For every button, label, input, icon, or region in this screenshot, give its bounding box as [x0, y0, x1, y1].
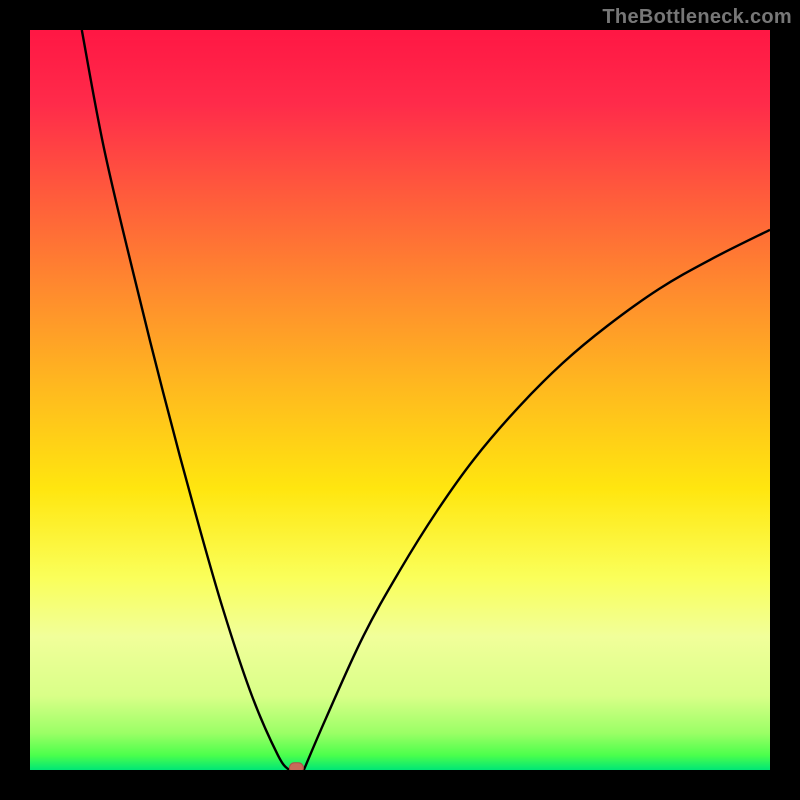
watermark-text: TheBottleneck.com: [602, 6, 792, 29]
min-point-marker: [289, 763, 303, 770]
plot-area: [30, 30, 770, 770]
bottleneck-curve-left: [82, 30, 289, 770]
curve-svg: [30, 30, 770, 770]
bottleneck-curve-right: [304, 230, 770, 770]
chart-container: TheBottleneck.com: [0, 0, 800, 800]
